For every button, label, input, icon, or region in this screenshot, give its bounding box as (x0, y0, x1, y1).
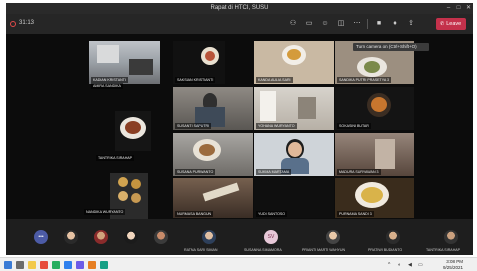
strip-participant-name: TANTRIKA SIRAHAP (426, 248, 461, 252)
participants-icon[interactable]: ⚇ (288, 19, 298, 29)
participant-name: SUSANA PURWANTO (175, 169, 216, 175)
rooms-icon[interactable]: ◫ (336, 19, 346, 29)
battery-icon[interactable]: ▭ (418, 262, 423, 268)
avatar[interactable] (386, 230, 400, 244)
toolbar-divider (367, 19, 368, 29)
participant-name: NURMASA BANGUN (175, 211, 214, 217)
app-icon[interactable] (88, 261, 96, 269)
volume-icon[interactable]: ◀ (408, 262, 412, 268)
avatar[interactable] (124, 230, 138, 244)
meeting-timer: 31:13 (19, 20, 35, 26)
avatar[interactable] (154, 230, 168, 244)
title-bar: Rapat di HTCI, SUSU – □ ✕ (6, 3, 473, 14)
window-title: Rapat di HTCI, SUSU (210, 5, 269, 11)
video-tile[interactable]: KANDA AULIA SARI (254, 41, 334, 84)
avatar[interactable] (202, 230, 216, 244)
video-tile[interactable]: YOHANA WURYANTO (254, 87, 334, 130)
overflow-avatar[interactable]: ••• (34, 230, 48, 244)
microphone-icon[interactable]: ♦ (390, 19, 400, 29)
video-tile[interactable]: PURNAMA SANDI 3 (335, 178, 414, 218)
participant-name: AMIRA SANDIKA (91, 83, 123, 89)
participant-name: NANDIKA WURYANTO (84, 209, 126, 215)
avatar[interactable] (326, 230, 340, 244)
video-tile[interactable]: SUSANTI SAPUTRI (173, 87, 253, 130)
browser-icon[interactable] (40, 261, 48, 269)
more-actions-icon[interactable]: ⋯ (352, 19, 362, 29)
leave-button[interactable]: ✆ Leave (436, 18, 466, 30)
participant-name: SOKASINI BUTAR (337, 123, 371, 129)
recording-icon (10, 21, 16, 27)
participant-name: SUKMA MARTAMA (256, 169, 292, 175)
avatar[interactable] (94, 230, 108, 244)
video-tile[interactable]: NURMASA BANGUN (173, 178, 253, 218)
teams-meeting-window: Rapat di HTCI, SUSU – □ ✕ 31:13 ⚇ ▭ ☺ ◫ … (6, 3, 473, 255)
video-tile[interactable]: SUKMA MARTAMA (254, 133, 334, 176)
meeting-toolbar: 31:13 ⚇ ▭ ☺ ◫ ⋯ ■ ♦ ⇪ ✆ Leave (6, 14, 473, 34)
strip-participant-name: SUSANNA SIMAMORA (244, 248, 282, 252)
teams-taskbar-icon[interactable] (76, 261, 84, 269)
network-icon[interactable]: ◐ (398, 262, 401, 268)
task-view-icon[interactable] (16, 261, 24, 269)
camera-icon[interactable]: ■ (374, 19, 384, 29)
video-tile[interactable]: SUSANA PURWANTO (173, 133, 253, 176)
app-icon[interactable] (64, 261, 72, 269)
video-tile[interactable]: SOKASINI BUTAR (335, 87, 414, 130)
camera-tooltip: Turn camera on (Ctrl+Shift+O) (353, 43, 429, 51)
participant-name: SANDIKA PUTRI PRASETYA 3 (337, 77, 392, 83)
file-explorer-icon[interactable] (28, 261, 36, 269)
start-icon[interactable] (4, 261, 12, 269)
strip-participant-name: PRATIWI BUDIANTO (368, 248, 403, 252)
strip-participant-name: PRIANTI MARTI WAHYUN (302, 248, 346, 252)
reactions-icon[interactable]: ☺ (320, 19, 330, 29)
participant-name: YUDI SANTOSO (256, 211, 288, 217)
strip-participant-name: RATNA SARI SIMAN (184, 248, 218, 252)
minimize-icon[interactable]: – (444, 4, 453, 13)
close-icon[interactable]: ✕ (464, 4, 473, 13)
video-tile[interactable]: SAKSIAN KRISTIANTI (173, 41, 225, 84)
video-tile[interactable]: YUDI SANTOSO (254, 178, 334, 218)
avatar[interactable] (444, 230, 458, 244)
participant-name: SUSANTI SAPUTRI (175, 123, 212, 129)
tray-chevron-icon[interactable]: ^ (388, 262, 390, 268)
participant-name: PURNAMA SANDI 3 (337, 211, 374, 217)
participant-name: YOHANA WURYANTO (256, 123, 297, 129)
os-taskbar: ^ ◐ ◀ ▭ 3:08 PM 9/25/2021 (0, 257, 477, 271)
app-icon[interactable] (100, 261, 108, 269)
participant-strip: ••• RATNA SARI SIMAN SV SUSANNA SIMAMORA… (6, 219, 473, 255)
video-tile[interactable]: KADIAN KRISTANTI (89, 41, 160, 84)
share-screen-icon[interactable]: ⇪ (406, 19, 416, 29)
video-tile[interactable]: MADURA SURYAWAN 3 (335, 133, 414, 176)
chat-icon[interactable]: ▭ (304, 19, 314, 29)
app-icon[interactable] (52, 261, 60, 269)
participant-name: TANTRIKA SIRAHAP (96, 155, 135, 161)
participant-name: MADURA SURYAWAN 3 (337, 169, 381, 175)
video-tile[interactable] (115, 111, 151, 151)
avatar[interactable] (64, 230, 78, 244)
participant-name: SAKSIAN KRISTIANTI (175, 77, 216, 83)
taskbar-clock[interactable]: 3:08 PM 9/25/2021 (443, 259, 463, 270)
initials-avatar[interactable]: SV (264, 230, 278, 244)
participant-name: KANDA AULIA SARI (256, 77, 293, 83)
phone-icon: ✆ (440, 21, 445, 27)
maximize-icon[interactable]: □ (454, 4, 463, 13)
